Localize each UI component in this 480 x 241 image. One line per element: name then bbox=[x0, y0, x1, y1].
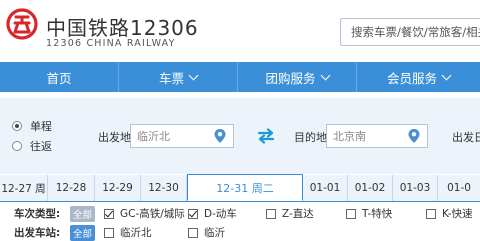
trip-type-round-trip[interactable]: 往返 bbox=[12, 138, 52, 154]
to-station-field[interactable] bbox=[326, 124, 428, 148]
nav-home[interactable]: 首页 bbox=[0, 62, 118, 92]
from-station-label: 出发地 bbox=[98, 131, 131, 144]
site-search-box[interactable] bbox=[340, 18, 480, 46]
train-type-z[interactable]: Z-直达 bbox=[266, 206, 314, 221]
checkbox-unchecked-icon[interactable] bbox=[266, 208, 276, 219]
checkbox-checked-icon[interactable] bbox=[104, 208, 114, 219]
nav-member-service[interactable]: 会员服务 bbox=[357, 62, 480, 92]
swap-stations-icon[interactable] bbox=[256, 128, 276, 144]
date-tab[interactable]: 12-27 周 bbox=[0, 175, 48, 201]
train-type-label: 车次类型: bbox=[14, 208, 61, 220]
date-tab[interactable]: 12-30 bbox=[141, 175, 187, 201]
train-type-gc[interactable]: GC-高铁/城际 bbox=[104, 206, 185, 221]
site-subtitle: 12306 CHINA RAILWAY bbox=[46, 38, 176, 49]
checkbox-unchecked-icon[interactable] bbox=[104, 227, 114, 238]
train-type-gc-label: GC-高铁/城际 bbox=[120, 208, 185, 220]
date-tab[interactable]: 12-29 bbox=[95, 175, 141, 201]
date-tab[interactable]: 01-01 bbox=[303, 175, 348, 201]
chevron-down-icon bbox=[320, 70, 330, 80]
train-type-d[interactable]: D-动车 bbox=[188, 206, 237, 221]
train-type-t[interactable]: T-特快 bbox=[346, 206, 392, 221]
depart-station-option-label: 临沂 bbox=[204, 227, 225, 239]
checkbox-unchecked-icon[interactable] bbox=[346, 208, 356, 219]
from-station-field[interactable] bbox=[130, 124, 234, 148]
train-type-z-label: Z-直达 bbox=[282, 208, 314, 220]
checkbox-unchecked-icon[interactable] bbox=[188, 227, 198, 238]
chevron-down-icon bbox=[188, 70, 199, 80]
train-type-k[interactable]: K-快速 bbox=[426, 206, 473, 221]
chevron-down-icon bbox=[441, 70, 452, 80]
china-railway-logo[interactable] bbox=[6, 8, 38, 40]
train-type-all-button[interactable]: 全部 bbox=[70, 206, 96, 222]
trip-type-one-way-label: 单程 bbox=[30, 120, 52, 133]
main-nav: 首页 车票 团购服务 会员服务 bbox=[0, 62, 480, 92]
train-type-t-label: T-特快 bbox=[362, 208, 393, 220]
nav-member-service-label: 会员服务 bbox=[386, 70, 437, 86]
depart-station-filter-label: 出发车站: bbox=[14, 227, 61, 239]
trip-type-one-way[interactable]: 单程 bbox=[12, 118, 52, 134]
nav-home-label: 首页 bbox=[46, 70, 72, 86]
site-search-input[interactable] bbox=[341, 19, 480, 45]
nav-group-service-label: 团购服务 bbox=[265, 70, 316, 86]
depart-station-option-label: 临沂北 bbox=[120, 227, 152, 239]
date-tabs: 12-27 周 12-28 12-29 12-30 12-31 周二 01-01… bbox=[0, 174, 480, 202]
to-station-label: 目的地 bbox=[294, 131, 327, 144]
header: 中国铁路12306 12306 CHINA RAILWAY bbox=[0, 0, 480, 62]
nav-tickets-label: 车票 bbox=[158, 70, 184, 86]
date-tab[interactable]: 01-0 bbox=[438, 175, 480, 201]
checkbox-checked-icon[interactable] bbox=[188, 208, 198, 219]
depart-station-all-button[interactable]: 全部 bbox=[70, 225, 96, 241]
location-pin-icon[interactable] bbox=[211, 127, 229, 145]
site-title: 中国铁路12306 bbox=[46, 16, 199, 40]
trip-type-round-trip-label: 往返 bbox=[30, 140, 52, 153]
depart-date-label: 出发日 bbox=[452, 131, 480, 144]
radio-selected-icon[interactable] bbox=[12, 121, 22, 131]
radio-unselected-icon[interactable] bbox=[12, 141, 22, 151]
depart-station-option[interactable]: 临沂北 bbox=[104, 225, 152, 240]
train-type-d-label: D-动车 bbox=[204, 208, 237, 220]
depart-station-option[interactable]: 临沂 bbox=[188, 225, 225, 240]
to-station-input[interactable] bbox=[327, 125, 405, 147]
nav-group-service[interactable]: 团购服务 bbox=[238, 62, 356, 92]
date-tab-active[interactable]: 12-31 周二 bbox=[187, 174, 303, 201]
date-tab[interactable]: 01-02 bbox=[348, 175, 393, 201]
checkbox-unchecked-icon[interactable] bbox=[426, 208, 436, 219]
ticket-search-panel: 单程 往返 出发地 目的地 出发日 bbox=[0, 98, 480, 174]
train-type-k-label: K-快速 bbox=[442, 208, 473, 220]
location-pin-icon[interactable] bbox=[405, 127, 423, 145]
date-tab[interactable]: 01-03 bbox=[393, 175, 438, 201]
date-tab[interactable]: 12-28 bbox=[48, 175, 95, 201]
from-station-input[interactable] bbox=[131, 125, 211, 147]
nav-tickets[interactable]: 车票 bbox=[119, 62, 237, 92]
